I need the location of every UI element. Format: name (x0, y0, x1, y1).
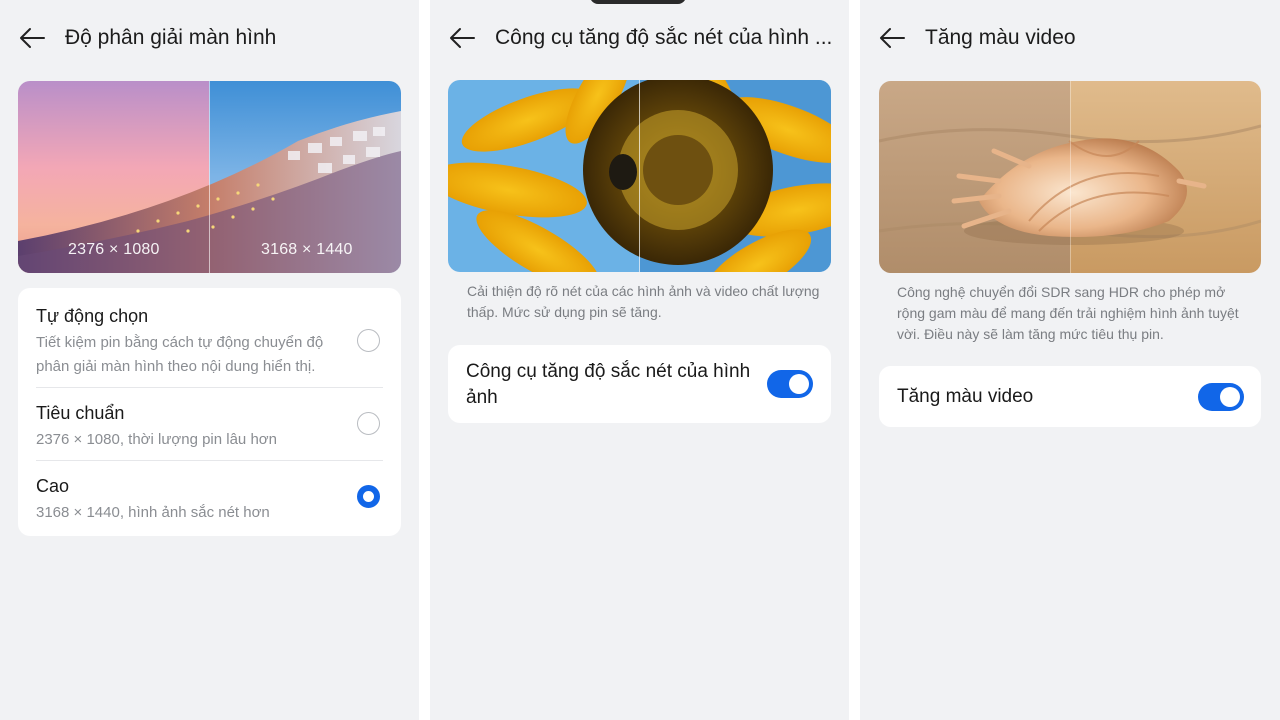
page-title: Tăng màu video (925, 26, 1076, 49)
screen-resolution-panel: Độ phân giải màn hình 2376 × 1080 3168 ×… (0, 0, 419, 720)
option-title: Tiêu chuẩn (36, 403, 125, 423)
sharpness-toggle-card: Công cụ tăng độ sắc nét của hình ảnh (448, 345, 831, 423)
radio-button-selected-icon[interactable] (357, 485, 380, 508)
back-arrow-icon[interactable] (448, 26, 476, 50)
header: Tăng màu video (860, 18, 1280, 58)
page-title: Công cụ tăng độ sắc nét của hình ... (495, 26, 833, 49)
back-arrow-icon[interactable] (878, 26, 906, 50)
divider (36, 460, 383, 461)
option-subtitle: Tiết kiệm pin bằng cách tự động chuyển đ… (36, 334, 324, 375)
page-title: Độ phân giải màn hình (65, 26, 277, 49)
toggle-label: Tăng màu video (897, 386, 1034, 407)
sharpness-enhancer-panel: Công cụ tăng độ sắc nét của hình ... Cải… (430, 0, 849, 720)
high-resolution-label: 3168 × 1440 (261, 241, 353, 258)
option-standard[interactable]: Tiêu chuẩn 2376 × 1080, thời lượng pin l… (36, 402, 383, 452)
back-arrow-icon[interactable] (18, 26, 46, 50)
option-subtitle: 3168 × 1440, hình ảnh sắc nét hơn (36, 504, 270, 521)
radio-button-icon[interactable] (357, 329, 380, 352)
standard-resolution-label: 2376 × 1080 (68, 241, 160, 258)
toggle-label: Công cụ tăng độ sắc nét của hình ảnh (466, 361, 751, 408)
header: Công cụ tăng độ sắc nét của hình ... (430, 18, 849, 58)
toggle-knob (789, 374, 809, 394)
header: Độ phân giải màn hình (0, 18, 419, 58)
camera-notch (590, 0, 686, 4)
resolution-options-card: Tự động chọn Tiết kiệm pin bằng cách tự … (18, 288, 401, 536)
hdr-preview-image (879, 81, 1261, 273)
toggle-knob (1220, 387, 1240, 407)
option-title: Cao (36, 476, 70, 496)
sharpness-toggle-switch[interactable] (767, 370, 813, 398)
option-auto[interactable]: Tự động chọn Tiết kiệm pin bằng cách tự … (36, 305, 383, 379)
feature-description: Công nghệ chuyển đổi SDR sang HDR cho ph… (897, 284, 1239, 342)
video-color-toggle-switch[interactable] (1198, 383, 1244, 411)
option-subtitle: 2376 × 1080, thời lượng pin lâu hơn (36, 431, 277, 448)
sharpness-preview-image (448, 80, 831, 272)
radio-button-icon[interactable] (357, 412, 380, 435)
feature-description: Cải thiện độ rõ nét của các hình ảnh và … (467, 283, 820, 320)
option-high[interactable]: Cao 3168 × 1440, hình ảnh sắc nét hơn (36, 475, 383, 525)
option-title: Tự động chọn (36, 306, 149, 326)
video-color-toggle-card: Tăng màu video (879, 366, 1261, 427)
divider (36, 387, 383, 388)
video-color-boost-panel: Tăng màu video Công nghệ chuyển đổi SDR … (860, 0, 1280, 720)
